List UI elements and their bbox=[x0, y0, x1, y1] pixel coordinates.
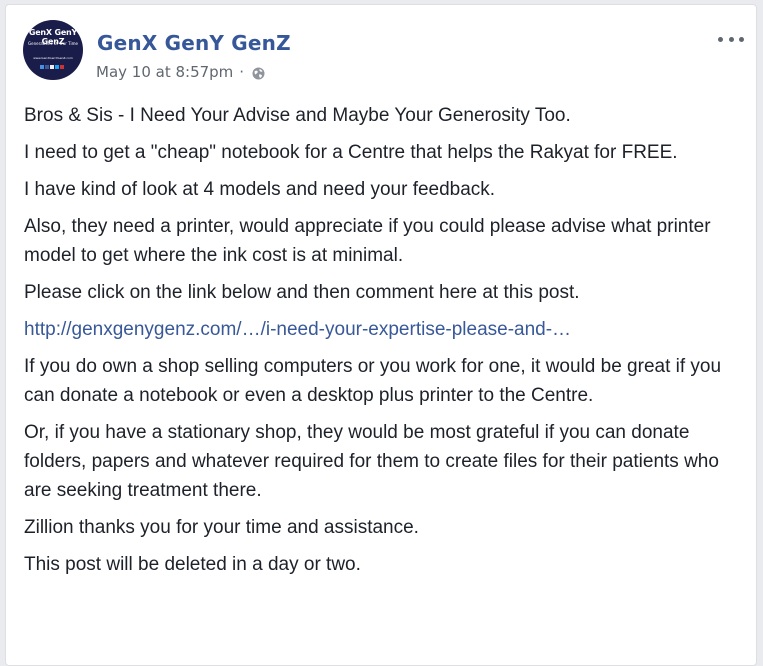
post-card: GenX GenY GenZ Generations Of Our Time w… bbox=[5, 4, 757, 666]
post-paragraph: Please click on the link below and then … bbox=[24, 282, 580, 303]
post-body: Bros & Sis - I Need Your Advise and Mayb… bbox=[24, 101, 739, 587]
post-paragraph: Zillion thanks you for your time and ass… bbox=[24, 517, 419, 538]
facebook-icon bbox=[45, 65, 49, 69]
avatar-social-icons bbox=[40, 65, 64, 69]
social-icon bbox=[40, 65, 44, 69]
social-icon bbox=[50, 65, 54, 69]
post-paragraph: This post will be deleted in a day or tw… bbox=[24, 554, 361, 575]
post-paragraph: If you do own a shop selling computers o… bbox=[24, 356, 722, 406]
avatar-url: www.GenXGenYGenZ.com bbox=[33, 56, 73, 60]
page-avatar[interactable]: GenX GenY GenZ Generations Of Our Time w… bbox=[23, 20, 83, 80]
page-name-link[interactable]: GenX GenY GenZ bbox=[97, 31, 291, 55]
social-icon bbox=[60, 65, 64, 69]
post-paragraph: I need to get a "cheap" notebook for a C… bbox=[24, 142, 678, 163]
more-options-icon[interactable] bbox=[718, 29, 744, 49]
post-paragraph: Also, they need a printer, would appreci… bbox=[24, 216, 711, 266]
post-link[interactable]: http://genxgenygenz.com/…/i-need-your-ex… bbox=[24, 319, 571, 340]
post-meta: May 10 at 8:57pm · bbox=[96, 63, 265, 81]
avatar-tagline: Generations Of Our Time bbox=[28, 41, 78, 46]
post-paragraph: Or, if you have a stationary shop, they … bbox=[24, 422, 719, 501]
twitter-icon bbox=[55, 65, 59, 69]
post-paragraph: Bros & Sis - I Need Your Advise and Mayb… bbox=[24, 105, 571, 126]
post-paragraph: I have kind of look at 4 models and need… bbox=[24, 179, 496, 200]
meta-separator: · bbox=[239, 63, 245, 81]
post-timestamp[interactable]: May 10 at 8:57pm bbox=[96, 63, 233, 81]
globe-icon[interactable] bbox=[252, 66, 265, 79]
post-link-paragraph: http://genxgenygenz.com/…/i-need-your-ex… bbox=[24, 315, 739, 344]
